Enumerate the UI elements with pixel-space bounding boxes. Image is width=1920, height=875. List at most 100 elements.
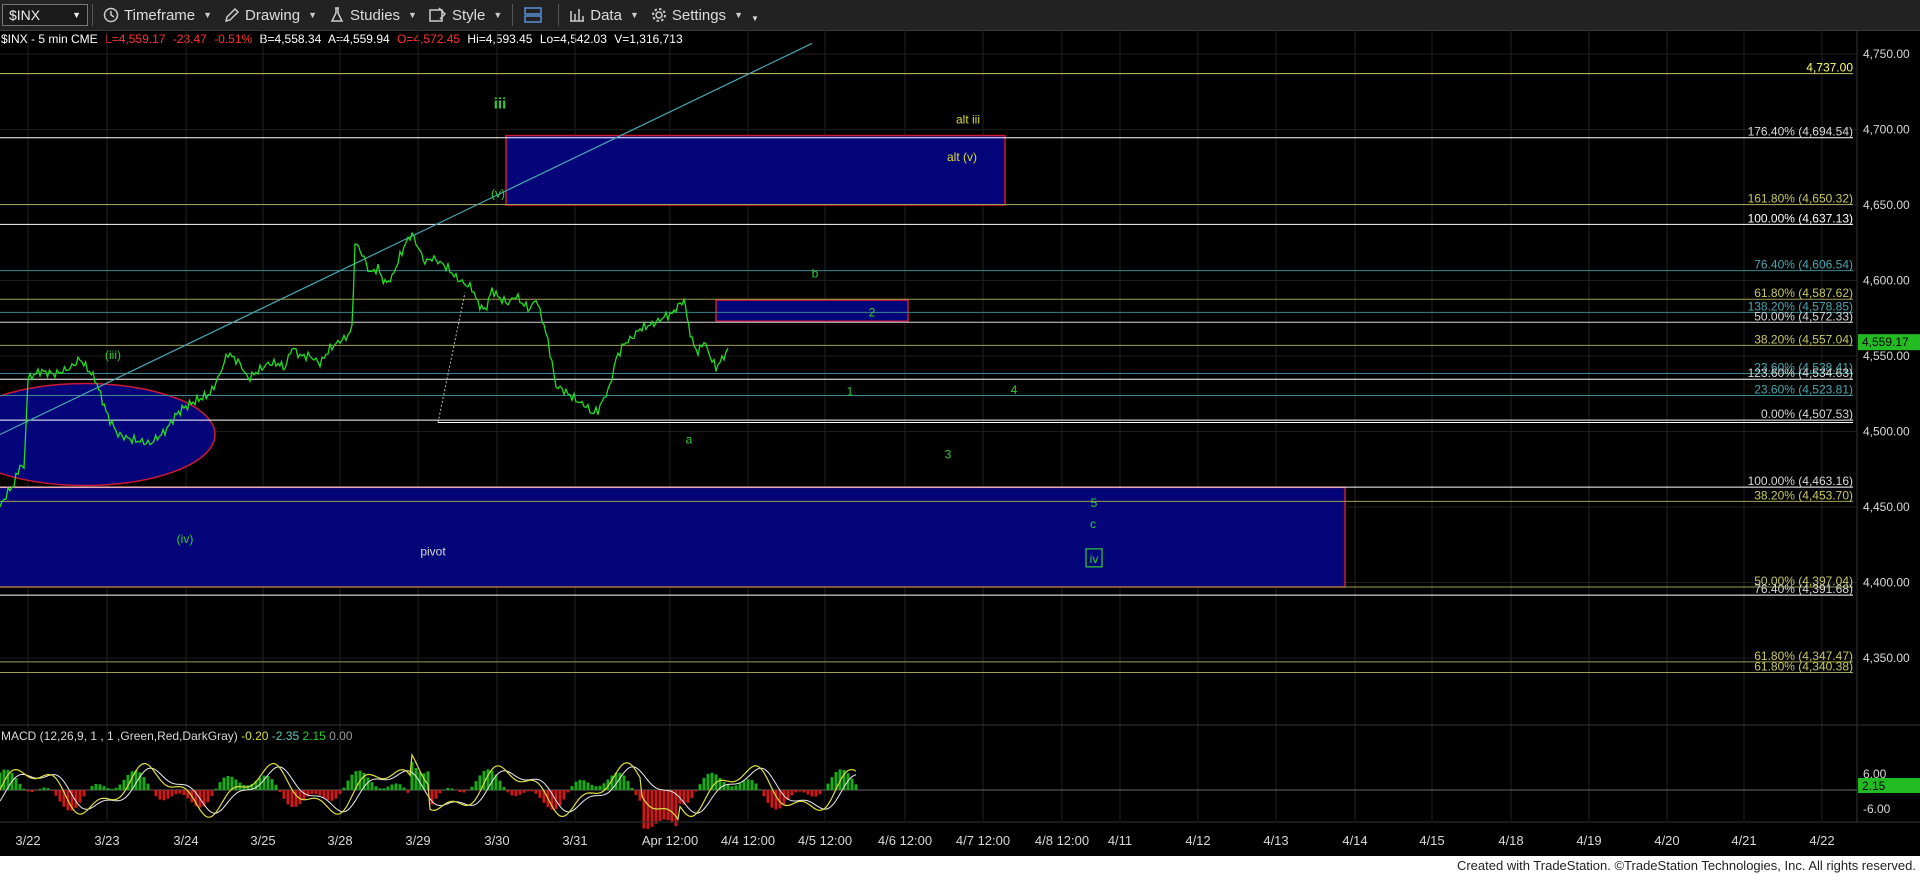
- symbol-label: $INX: [9, 7, 41, 23]
- clock-icon: [103, 7, 119, 23]
- date-tick-label: 4/7 12:00: [956, 833, 1010, 848]
- style-menu[interactable]: Style ▼: [423, 0, 508, 30]
- current-price-label: 4,559.17: [1862, 335, 1909, 349]
- support-zone: [0, 486, 1346, 588]
- date-tick-label: 4/8 12:00: [1035, 833, 1089, 848]
- pencil-icon: [225, 7, 240, 23]
- date-tick-label: 4/19: [1576, 833, 1601, 848]
- caret-down-icon: ▼: [308, 10, 317, 20]
- symbol-selector[interactable]: $INX ▼: [2, 4, 88, 26]
- date-tick-label: 3/30: [484, 833, 509, 848]
- fib-level-label: 4,737.00: [1806, 61, 1853, 75]
- flask-icon: [330, 7, 344, 22]
- price-axis[interactable]: 4,750.00 4,700.00 4,650.00 4,600.00 4,550.00…: [1858, 47, 1920, 665]
- settings-label: Settings: [671, 6, 727, 24]
- timeframe-menu[interactable]: Timeframe ▼: [97, 0, 218, 30]
- price-tick-label: 4,750.00: [1863, 47, 1910, 61]
- fib-level-label: 161.80% (4,650.32): [1748, 192, 1853, 206]
- fib-level-label: 100.00% (4,463.16): [1748, 474, 1853, 488]
- trendline: [0, 42, 813, 436]
- date-tick-label: 3/24: [173, 833, 198, 848]
- date-tick-label: 4/13: [1263, 833, 1288, 848]
- price-chart[interactable]: 4,737.00 176.40% (4,694.54) 161.80% (4,650…: [0, 30, 1920, 856]
- fib-level-label: 100.00% (4,637.13): [1748, 211, 1853, 225]
- data-menu[interactable]: Data ▼: [563, 0, 645, 30]
- toolbar-divider: [512, 4, 514, 26]
- panels-icon: [524, 7, 542, 23]
- wave-label: (iv): [177, 532, 194, 546]
- wave-label: c: [1090, 517, 1096, 531]
- wave-label: iv: [1090, 552, 1099, 566]
- wave-label: alt iii: [956, 112, 980, 126]
- macd-tick-label: -6.00: [1863, 802, 1891, 816]
- wave-label: b: [812, 266, 819, 280]
- fib-level-label: 76.40% (4,606.54): [1754, 258, 1853, 272]
- date-tick-label: Apr 12:00: [642, 833, 698, 848]
- settings-menu[interactable]: Settings ▼: [645, 0, 749, 30]
- date-tick-label: 4/15: [1419, 833, 1444, 848]
- wave-label: 1: [847, 384, 854, 398]
- fib-level-label: 50.00% (4,572.33): [1754, 309, 1853, 323]
- copyright-footer: Created with TradeStation. ©TradeStation…: [0, 856, 1920, 875]
- studies-menu[interactable]: Studies ▼: [323, 0, 423, 30]
- date-tick-label: 4/11: [1108, 833, 1132, 848]
- price-tick-label: 4,650.00: [1863, 198, 1910, 212]
- date-tick-label: 4/6 12:00: [878, 833, 932, 848]
- layout-toggle[interactable]: [517, 0, 554, 30]
- fib-level-label: 38.20% (4,453.70): [1754, 488, 1853, 502]
- fib-level-label: 61.80% (4,587.62): [1754, 286, 1853, 300]
- date-tick-label: 4/18: [1498, 833, 1523, 848]
- date-tick-label: 4/5 12:00: [798, 833, 852, 848]
- date-tick-label: 3/23: [94, 833, 119, 848]
- date-axis[interactable]: 3/22 3/23 3/24 3/25 3/28 3/29 3/30 3/31 Apr 12:0…: [0, 821, 1920, 848]
- wave-label: 3: [945, 448, 952, 462]
- chevron-down-icon: ▼: [72, 10, 81, 20]
- resistance-zone: [505, 134, 1006, 206]
- toolbar-overflow-button[interactable]: ▼: [749, 0, 761, 30]
- gear-icon: [651, 8, 666, 22]
- data-label: Data: [590, 6, 622, 24]
- price-tick-label: 4,500.00: [1863, 425, 1910, 439]
- caret-down-icon: ▼: [734, 10, 743, 20]
- toolbar-divider: [558, 4, 560, 26]
- wave-label: (v): [491, 186, 505, 200]
- wave-label: a: [686, 433, 693, 447]
- date-tick-label: 3/28: [327, 833, 352, 848]
- caret-down-icon: ▼: [750, 13, 759, 23]
- macd-panel: MACD (12,26,9, 1 , 1 ,Green,Red,DarkGray…: [0, 724, 1920, 829]
- wave-label: 2: [869, 306, 876, 320]
- price-tick-label: 4,350.00: [1863, 651, 1910, 665]
- timeframe-label: Timeframe: [124, 6, 196, 24]
- style-label: Style: [451, 6, 486, 24]
- bar-chart-icon: [570, 9, 585, 22]
- wave-label: alt (v): [947, 150, 977, 164]
- fib-level-label: 76.40% (4,391.68): [1754, 582, 1853, 596]
- price-tick-label: 4,700.00: [1863, 123, 1910, 137]
- date-tick-label: 4/21: [1731, 833, 1756, 848]
- drawing-label: Drawing: [245, 6, 301, 24]
- fib-level-label: 123.60% (4,534.63): [1748, 366, 1853, 380]
- drawing-menu[interactable]: Drawing ▼: [218, 0, 323, 30]
- trendlines: [0, 42, 1853, 436]
- date-tick-label: 3/25: [250, 833, 275, 848]
- wave-label: (iii): [105, 348, 121, 362]
- caret-down-icon: ▼: [203, 10, 213, 20]
- date-tick-label: 4/20: [1654, 833, 1679, 848]
- caret-down-icon: ▼: [493, 10, 503, 20]
- caret-down-icon: ▼: [408, 10, 417, 20]
- date-tick-label: 3/22: [15, 833, 40, 848]
- studies-label: Studies: [350, 6, 401, 24]
- wave-2-zone: [715, 299, 909, 323]
- date-tick-label: 3/31: [562, 833, 587, 848]
- price-tick-label: 4,450.00: [1863, 500, 1910, 514]
- date-tick-label: 3/29: [405, 833, 430, 848]
- fib-level-label: 38.20% (4,557.04): [1754, 332, 1853, 346]
- wave-label: iii: [494, 95, 507, 112]
- fib-level-label: 61.80% (4,340.38): [1754, 660, 1853, 674]
- date-tick-label: 4/12: [1185, 833, 1210, 848]
- macd-legend: MACD (12,26,9, 1 , 1 ,Green,Red,DarkGray…: [1, 729, 353, 743]
- price-tick-label: 4,550.00: [1863, 349, 1910, 363]
- fib-level-label: 176.40% (4,694.54): [1748, 125, 1853, 139]
- date-tick-label: 4/4 12:00: [721, 833, 775, 848]
- wave-label: 5: [1091, 496, 1098, 510]
